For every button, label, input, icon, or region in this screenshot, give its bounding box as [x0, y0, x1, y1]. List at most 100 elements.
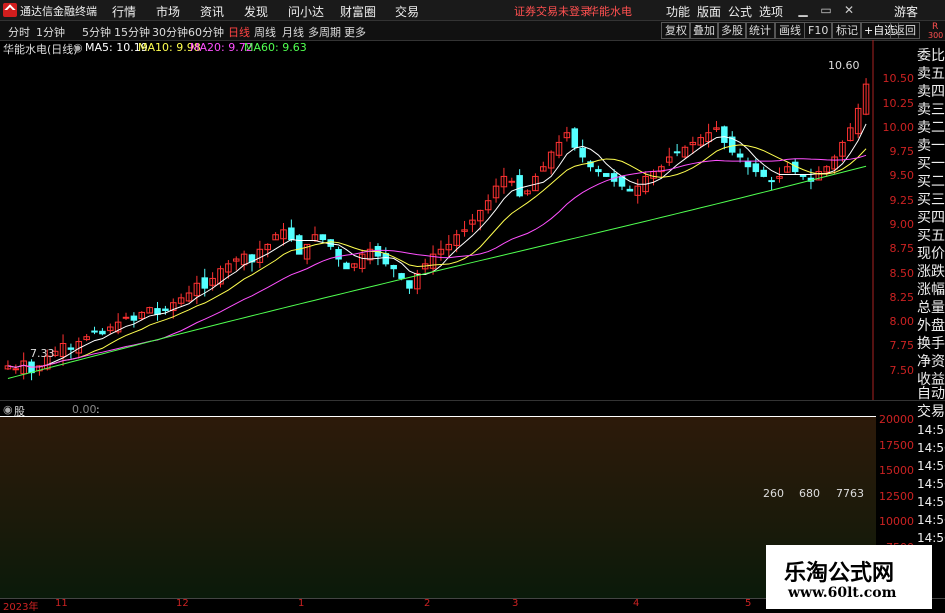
- stock-title: 华能水电(日线): [3, 43, 78, 56]
- candle-body: [162, 308, 169, 311]
- candle-body: [12, 368, 20, 371]
- date-label: 12: [176, 598, 189, 609]
- button-f10[interactable]: F10: [804, 22, 833, 39]
- menu-jiaoyi[interactable]: 交易: [395, 3, 419, 20]
- price-tick: 8.50: [889, 266, 915, 280]
- indicator-value: 260: [763, 487, 784, 500]
- indicator-tick: 17500: [879, 438, 914, 452]
- candle-body: [91, 330, 98, 333]
- price-tick: 9.75: [889, 145, 915, 159]
- quote-buy5: 买五: [917, 228, 945, 244]
- tick-time: 14:56: [917, 441, 945, 455]
- price-tick: 9.25: [889, 193, 915, 207]
- date-label: 2: [424, 598, 431, 609]
- menu-caifuquan[interactable]: 财富圈: [340, 3, 376, 20]
- quote-volume: 总量: [917, 300, 945, 316]
- menu-shichang[interactable]: 市场: [156, 3, 180, 20]
- quote-sell2: 卖二: [917, 120, 945, 136]
- app-title: 通达信金融终端: [20, 5, 97, 18]
- quote-sell5: 卖五: [917, 66, 945, 82]
- candle-body: [752, 163, 760, 173]
- menu-gongneng[interactable]: 功能: [666, 3, 690, 20]
- tab-daily[interactable]: 日线: [228, 24, 250, 40]
- tab-more[interactable]: 更多: [344, 24, 366, 40]
- candle-body: [736, 153, 744, 158]
- candle-body: [130, 315, 138, 321]
- price-tick: 10.50: [882, 72, 915, 86]
- price-tick: 7.75: [889, 339, 915, 353]
- menu-hangqing[interactable]: 行情: [112, 3, 136, 20]
- tick-time: 14:56: [917, 423, 945, 437]
- low-marker: 7.33: [30, 347, 55, 360]
- candle-body: [626, 188, 634, 192]
- candle-body: [406, 280, 413, 289]
- button-duogu[interactable]: 多股: [717, 22, 747, 39]
- date-label: 1: [298, 598, 305, 609]
- quote-price: 现价: [917, 246, 945, 262]
- menu-bar: 通达信金融终端 行情 市场 资讯 发现 问小达 财富圈 交易 证券交易未登录 华…: [0, 0, 945, 21]
- ma60-line: [7, 165, 867, 379]
- price-tick: 10.00: [882, 120, 915, 134]
- date-label: 4: [633, 598, 640, 609]
- menu-zixun[interactable]: 资讯: [200, 3, 224, 20]
- close-icon[interactable]: ✕: [841, 2, 857, 18]
- price-tick: 10.25: [882, 96, 915, 110]
- tab-1min[interactable]: 1分钟: [36, 24, 65, 40]
- indicator-value: 7763: [836, 487, 864, 500]
- quote-sell4: 卖四: [917, 84, 945, 100]
- ma20-line: [7, 154, 867, 368]
- indicator-settings-icon[interactable]: ◉: [3, 403, 13, 416]
- restore-icon[interactable]: ▭: [818, 2, 834, 18]
- indicator-panel[interactable]: [0, 416, 876, 599]
- kline-chart[interactable]: [0, 40, 945, 400]
- tab-60min[interactable]: 60分钟: [188, 24, 224, 40]
- panel-divider[interactable]: [0, 400, 945, 401]
- candle-body: [390, 264, 397, 270]
- guest-label[interactable]: 游客: [894, 3, 918, 20]
- candle-body: [154, 308, 161, 315]
- candle-body: [516, 175, 523, 197]
- button-back[interactable]: 返回: [890, 22, 920, 39]
- badge-300: 300: [928, 31, 944, 40]
- tab-monthly[interactable]: 月线: [282, 24, 304, 40]
- quote-turnover: 换手: [917, 336, 945, 352]
- tick-time: 14:56: [917, 495, 945, 509]
- price-tick: 7.50: [889, 363, 915, 377]
- menu-gongshi[interactable]: 公式: [728, 3, 752, 20]
- candle-body: [201, 277, 209, 289]
- tab-5min[interactable]: 5分钟: [82, 24, 111, 40]
- ma60-label: MA60: 9.63: [244, 41, 307, 54]
- settings-icon[interactable]: ◉: [73, 41, 83, 54]
- quote-netasset: 净资: [917, 354, 945, 370]
- candle-body: [508, 180, 516, 183]
- button-tongji[interactable]: 统计: [745, 22, 775, 39]
- candle-body: [319, 234, 327, 241]
- menu-faxian[interactable]: 发现: [244, 3, 268, 20]
- quote-weibi: 委比: [917, 48, 945, 64]
- login-warning[interactable]: 证券交易未登录: [514, 3, 591, 19]
- candle-body: [721, 126, 728, 143]
- date-label: 5: [745, 598, 752, 609]
- candle-body: [67, 347, 75, 350]
- tab-weekly[interactable]: 周线: [254, 24, 276, 40]
- tab-multiperiod[interactable]: 多周期: [308, 24, 341, 40]
- price-tick: 9.00: [889, 218, 915, 231]
- button-diejia[interactable]: 叠加: [689, 22, 719, 39]
- indicator-tick: 12500: [879, 489, 914, 503]
- watermark: 乐淘公式网 www.60lt.com: [766, 545, 932, 609]
- menu-banmian[interactable]: 版面: [697, 3, 721, 20]
- menu-xuanxiang[interactable]: 选项: [759, 3, 783, 20]
- tab-15min[interactable]: 15分钟: [114, 24, 150, 40]
- menu-wenxiaoda[interactable]: 问小达: [288, 3, 324, 20]
- minimize-icon[interactable]: ▁: [795, 2, 811, 18]
- quote-sell1: 卖一: [917, 138, 945, 154]
- period-toolbar: 分时 1分钟 5分钟 15分钟 30分钟 60分钟 日线 周线 月线 多周期 更…: [0, 21, 945, 41]
- watermark-title: 乐淘公式网: [784, 561, 895, 586]
- tab-30min[interactable]: 30分钟: [152, 24, 188, 40]
- tab-fenshi[interactable]: 分时: [8, 24, 30, 40]
- quote-change: 涨跌: [917, 264, 945, 280]
- button-biaoji[interactable]: 标记: [832, 22, 862, 39]
- button-huaxian[interactable]: 画线: [775, 22, 805, 39]
- button-fuquan[interactable]: 复权: [661, 22, 691, 39]
- candle-body: [122, 316, 130, 319]
